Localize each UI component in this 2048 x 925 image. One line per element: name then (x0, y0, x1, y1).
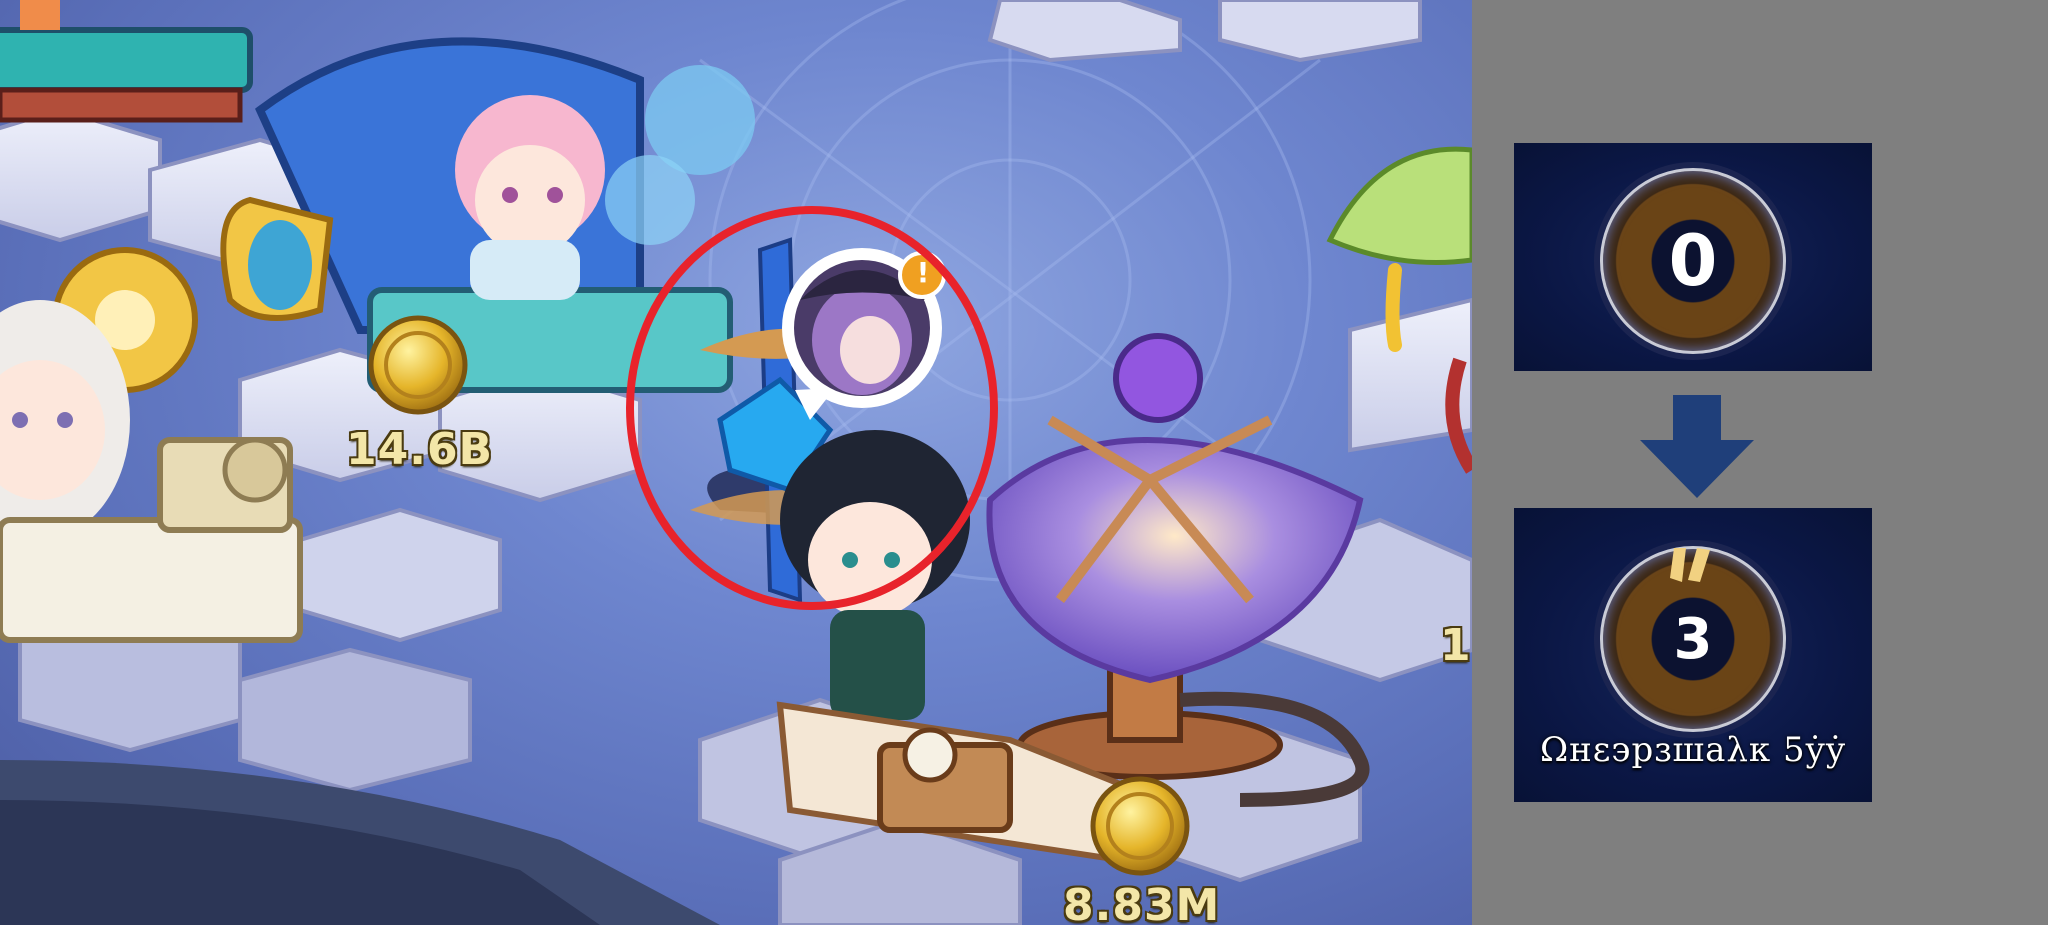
coin-icon[interactable] (1090, 776, 1190, 876)
tutorial-panel: 0 3 Ωнɛэpɜшаλк 5ẏẏ (1472, 0, 2048, 925)
station-bookshelf (0, 0, 253, 123)
income-label-left: 14.6B (346, 424, 494, 475)
game-board-art (0, 0, 1472, 925)
income-label-right-partial: 1 (1440, 620, 1472, 671)
after-counter-snapshot: 3 Ωнɛэpɜшаλк 5ẏẏ (1514, 508, 1872, 802)
counter-caption: Ωнɛэpɜшаλк 5ẏẏ (1539, 730, 1847, 770)
station-lamp[interactable] (986, 333, 1370, 807)
coin-icon[interactable] (368, 315, 468, 415)
income-label-bottom: 8.83M (1063, 880, 1221, 925)
station-pink-hair-character[interactable] (220, 37, 755, 393)
alert-badge-glyph: ! (916, 256, 930, 289)
game-scene[interactable]: ! 14.6B 8.83M 1 (0, 0, 1472, 925)
